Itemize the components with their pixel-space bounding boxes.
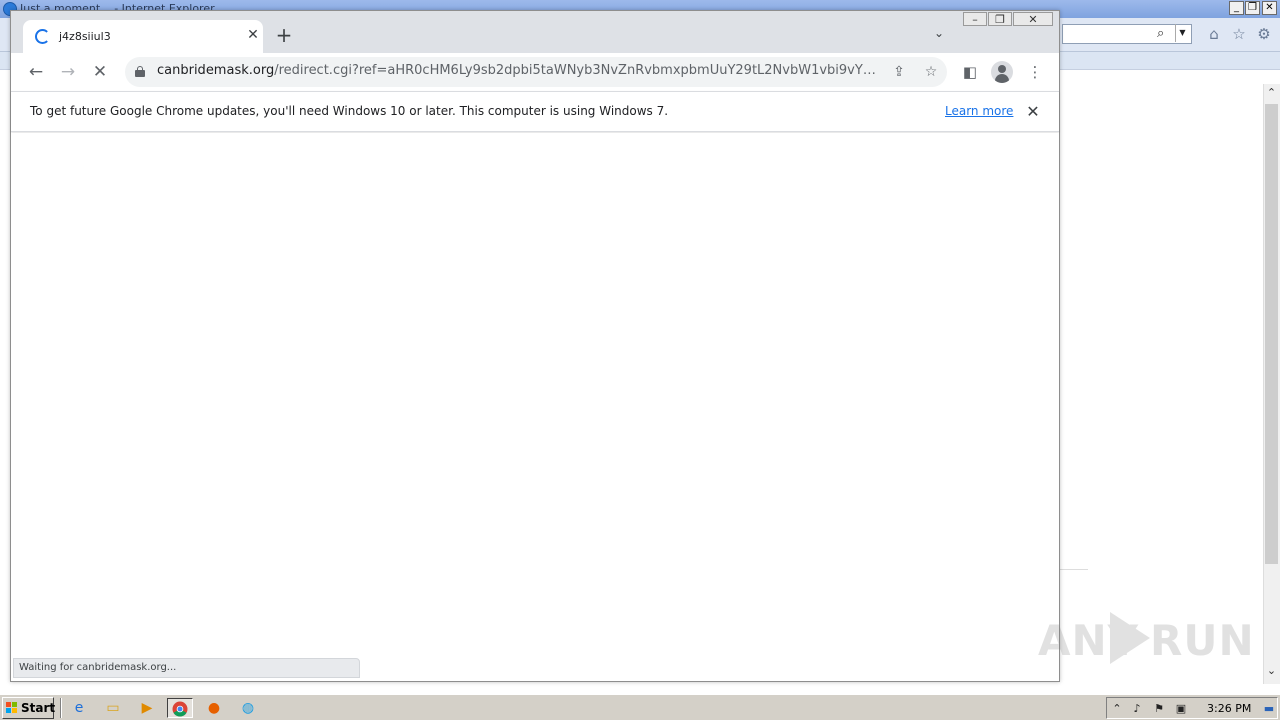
side-panel-icon[interactable]: ◧ — [959, 61, 981, 83]
chrome-close-button[interactable]: ✕ — [1013, 12, 1053, 26]
ie-taskbar-icon[interactable]: e — [66, 698, 92, 718]
anyrun-watermark: ANY RUN — [1038, 608, 1254, 670]
windows-logo-icon — [6, 702, 18, 714]
url-text[interactable]: canbridemask.org/redirect.cgi?ref=aHR0cH… — [157, 63, 882, 78]
chrome-window: j4z8siiul3 ✕ + ⌄ – ❐ ✕ ← → ✕ canbridemas… — [10, 10, 1060, 682]
chrome-restore-button[interactable]: ❐ — [988, 12, 1012, 26]
stop-loading-icon[interactable]: ✕ — [88, 61, 112, 83]
ie-minimize-button[interactable]: _ — [1229, 1, 1244, 15]
clock[interactable]: 3:26 PM — [1207, 702, 1251, 715]
start-button[interactable]: Start — [2, 697, 56, 719]
bookmark-star-icon[interactable]: ☆ — [921, 63, 941, 81]
share-icon[interactable]: ⇪ — [889, 63, 909, 81]
kebab-menu-icon[interactable]: ⋮ — [1024, 61, 1046, 83]
taskbar-separator — [60, 698, 62, 718]
taskbar: Start e ▭ ▶ ● ◍ ⌃ ♪ ⚑ ▣ 3:26 PM ▬ — [0, 694, 1280, 720]
firefox-icon[interactable]: ● — [201, 698, 227, 718]
ie-search-input[interactable] — [1062, 24, 1192, 44]
tab-close-icon[interactable]: ✕ — [245, 25, 261, 45]
volume-icon[interactable]: ♪ — [1129, 701, 1145, 717]
tab-active[interactable]: j4z8siiul3 ✕ — [23, 20, 263, 53]
chevron-down-icon[interactable]: ▼ — [1175, 24, 1189, 42]
new-tab-button[interactable]: + — [273, 24, 295, 46]
folder-icon[interactable]: ▭ — [100, 698, 126, 718]
chrome-taskbar-icon[interactable] — [167, 698, 193, 718]
ie-close-button[interactable]: ✕ — [1262, 1, 1277, 15]
back-arrow-icon[interactable]: ← — [24, 61, 48, 83]
show-desktop-icon[interactable]: ▬ — [1261, 701, 1277, 717]
ie-divider — [1060, 569, 1088, 570]
search-icon[interactable]: ⌕ — [1157, 26, 1164, 41]
favorites-star-icon[interactable]: ☆ — [1230, 25, 1248, 43]
infobar-message: To get future Google Chrome updates, you… — [30, 104, 669, 118]
gear-icon[interactable]: ⚙ — [1255, 25, 1273, 43]
tab-search-icon[interactable]: ⌄ — [929, 26, 949, 44]
update-infobar: To get future Google Chrome updates, you… — [11, 91, 1059, 132]
address-bar[interactable]: canbridemask.org/redirect.cgi?ref=aHR0cH… — [125, 57, 947, 87]
scroll-up-icon[interactable]: ⌃ — [1263, 86, 1280, 102]
play-logo-icon — [1110, 612, 1150, 664]
network-icon[interactable]: ▣ — [1173, 701, 1189, 717]
chrome-toolbar: ← → ✕ canbridemask.org/redirect.cgi?ref=… — [11, 53, 1059, 91]
watermark-text-right: RUN — [1150, 616, 1255, 665]
status-text: Waiting for canbridemask.org... — [19, 662, 177, 673]
loading-spinner-icon — [35, 29, 50, 44]
url-host: canbridemask.org — [157, 63, 275, 78]
system-tray: ⌃ ♪ ⚑ ▣ 3:26 PM ▬ — [1106, 697, 1278, 719]
infobar-close-icon[interactable]: ✕ — [1023, 101, 1043, 123]
chrome-minimize-button[interactable]: – — [963, 12, 987, 26]
tab-strip: j4z8siiul3 ✕ + ⌄ – ❐ ✕ — [11, 11, 1059, 53]
start-label: Start — [21, 701, 56, 715]
lock-icon[interactable] — [135, 66, 145, 77]
scroll-down-icon[interactable]: ⌄ — [1263, 664, 1280, 680]
page-content — [11, 133, 1059, 681]
profile-avatar-icon[interactable] — [991, 61, 1013, 83]
edge-icon[interactable]: ◍ — [235, 698, 261, 718]
tab-title: j4z8siiul3 — [59, 30, 111, 43]
status-bubble: Waiting for canbridemask.org... — [13, 658, 360, 678]
learn-more-link[interactable]: Learn more — [945, 104, 1013, 118]
home-icon[interactable]: ⌂ — [1205, 25, 1223, 43]
media-player-icon[interactable]: ▶ — [134, 698, 160, 718]
action-center-flag-icon[interactable]: ⚑ — [1151, 701, 1167, 717]
url-path: /redirect.cgi?ref=aHR0cHM6Ly9sb2dpbi5taW… — [274, 63, 882, 78]
tray-expand-icon[interactable]: ⌃ — [1109, 701, 1125, 717]
forward-arrow-icon[interactable]: → — [56, 61, 80, 83]
ie-scroll-thumb[interactable] — [1265, 104, 1278, 564]
ie-restore-button[interactable]: ❐ — [1245, 1, 1260, 15]
